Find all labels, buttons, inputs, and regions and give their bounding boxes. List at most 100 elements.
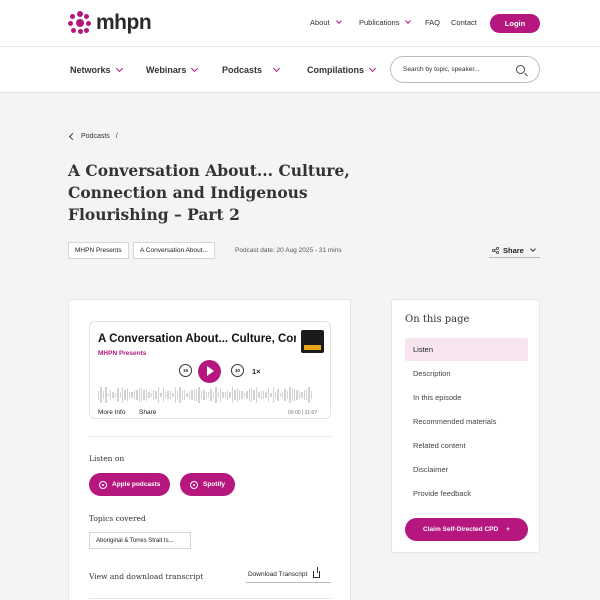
waveform-bar [105,387,107,403]
nav-webinars-label: Webinars [146,65,187,75]
listen-on-label: Listen on [89,454,125,463]
on-this-page-nav: On this page Listen Description In this … [391,299,540,553]
apple-podcasts-button[interactable]: Apple podcasts [89,473,171,496]
waveform-bar [198,387,200,403]
waveform-bar [98,390,100,400]
player-subtitle[interactable]: MHPN Presents [98,350,146,357]
waveform-bar [294,389,296,401]
divider [89,598,331,599]
waveform-bar [310,391,313,399]
skip-back-15-icon[interactable]: 15 [179,364,192,377]
nav-compilations[interactable]: Compilations [307,64,377,75]
share-button[interactable]: Share [489,243,540,258]
waveform-bar [219,388,222,402]
sidebar-item-listen[interactable]: Listen [405,338,528,361]
waveform-bar [286,391,289,399]
waveform-bar [296,390,298,400]
playback-speed[interactable]: 1× [252,367,261,376]
waveform-bar [172,392,174,398]
share-label: Share [503,245,524,255]
waveform-bar [246,390,248,400]
claim-cpd-button[interactable]: Claim Self-Directed CPD + [405,518,528,541]
chevron-down-icon [272,64,281,73]
nav-networks[interactable]: Networks [70,64,123,75]
secondary-nav: Networks Webinars Podcasts Compilations … [0,47,600,93]
nav-publications[interactable]: Publications [359,18,412,27]
waveform-bar [215,386,217,404]
tag-mhpn-presents[interactable]: MHPN Presents [68,242,129,259]
nav-about[interactable]: About [310,18,342,27]
search-input[interactable]: Search by topic, speaker... [390,56,540,83]
download-transcript-link[interactable]: Download Transcript [246,566,331,583]
waveform-bar [196,389,198,401]
login-button[interactable]: Login [490,14,540,33]
nav-compilations-label: Compilations [307,65,365,75]
waveform-bar [136,390,138,400]
sidebar-item-description[interactable]: Description [405,362,528,385]
waveform-bar [133,390,136,400]
waveform-bar [112,391,114,399]
waveform-bar [260,390,262,400]
waveform-bar [308,387,310,403]
sidebar-item-in-this-episode[interactable]: In this episode [405,386,528,409]
spotify-button[interactable]: Spotify [180,473,236,496]
plus-icon: + [506,526,510,533]
waveform-bar [179,387,181,403]
download-icon [313,566,321,578]
waveform-bar [270,392,272,398]
on-this-page-title: On this page [405,314,470,325]
nav-publications-label: Publications [359,18,400,27]
waveform-bar [167,391,169,399]
sidebar-item-related-content[interactable]: Related content [405,434,528,457]
waveform-bar [210,388,212,402]
waveform-bar [155,390,157,400]
more-info-link[interactable]: More Info [98,409,125,416]
waveform-scrubber[interactable] [98,386,324,404]
episode-cover-image [301,330,324,353]
waveform-bar [289,387,291,403]
nav-about-label: About [310,18,330,27]
transcript-label: View and download transcript [89,572,204,581]
waveform-bar [248,389,250,401]
nav-podcasts-label: Podcasts [222,65,263,75]
sidebar-item-provide-feedback[interactable]: Provide feedback [405,482,528,505]
tag-a-conversation-about[interactable]: A Conversation About... [133,242,215,259]
nav-podcasts[interactable]: Podcasts [222,64,281,75]
waveform-bar [107,392,109,398]
chevron-left-icon[interactable] [68,132,77,141]
sidebar-item-disclaimer[interactable]: Disclaimer [405,458,528,481]
waveform-bar [217,392,219,398]
topic-chip[interactable]: Aboriginal & Torres Strait Is... [89,532,191,549]
player-time: 00:00 | 31:07 [288,410,318,416]
skip-forward-30-icon[interactable]: 30 [231,364,244,377]
play-button[interactable] [198,360,221,383]
spotify-icon [190,480,198,489]
waveform-bar [150,392,152,398]
waveform-bar [282,392,284,398]
waveform-bar [265,392,267,398]
waveform-bar [291,388,294,402]
waveform-bar [274,391,277,399]
top-bar: mhpn About Publications FAQ Contact Logi… [0,0,600,47]
podcast-icon [99,480,107,489]
player-share-link[interactable]: Share [139,409,156,416]
waveform-bar [207,392,210,398]
waveform-bar [193,389,196,401]
chevron-down-icon [191,64,199,73]
waveform-bar [160,392,162,398]
waveform-bar [131,391,133,399]
mhpn-logo[interactable]: mhpn [68,11,152,35]
nav-contact[interactable]: Contact [451,18,477,27]
waveform-bar [205,391,207,399]
waveform-bar [164,392,167,398]
waveform-bar [157,386,160,404]
nav-faq[interactable]: FAQ [425,18,440,27]
chevron-down-icon [405,18,412,24]
search-icon[interactable] [516,65,525,74]
waveform-bar [191,389,193,401]
nav-webinars[interactable]: Webinars [146,64,199,75]
breadcrumb-podcasts[interactable]: Podcasts [81,133,110,140]
waveform-bar [222,392,224,398]
spotify-label: Spotify [203,481,226,488]
sidebar-item-recommended-materials[interactable]: Recommended materials [405,410,528,433]
